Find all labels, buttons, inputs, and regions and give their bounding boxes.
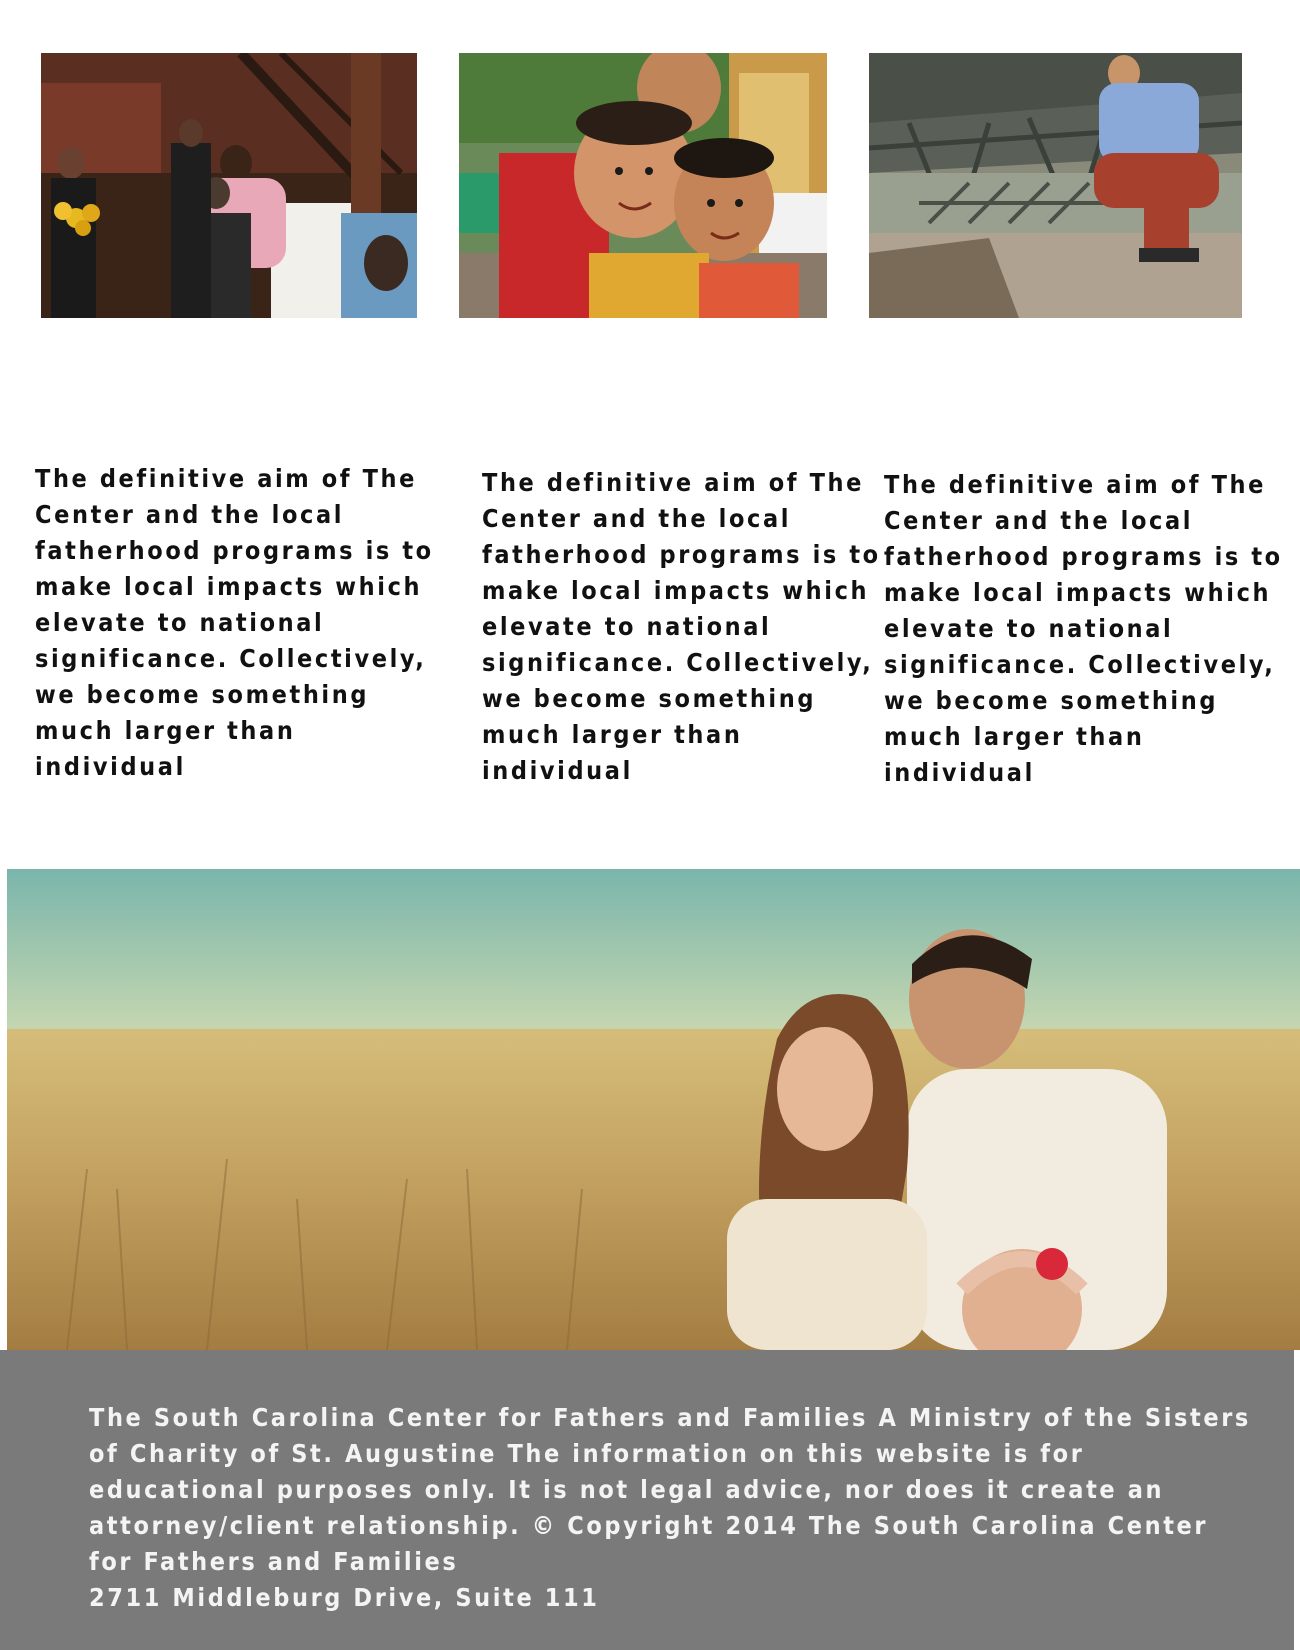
footer: The South Carolina Center for Fathers an…: [0, 1350, 1294, 1650]
photo-smiling-children: [459, 53, 827, 318]
footer-address: 2711 Middleburg Drive, Suite 111: [89, 1583, 600, 1612]
hero-family-photo: [7, 869, 1300, 1350]
column-text-3: The definitive aim of The Center and the…: [884, 470, 1283, 787]
column-text-1: The definitive aim of The Center and the…: [35, 464, 434, 781]
footer-copyright-text: The South Carolina Center for Fathers an…: [89, 1403, 1251, 1576]
photo-bridge-inspection: [869, 53, 1242, 318]
photo-event-hug: [41, 53, 417, 318]
column-text-2: The definitive aim of The Center and the…: [482, 468, 881, 785]
